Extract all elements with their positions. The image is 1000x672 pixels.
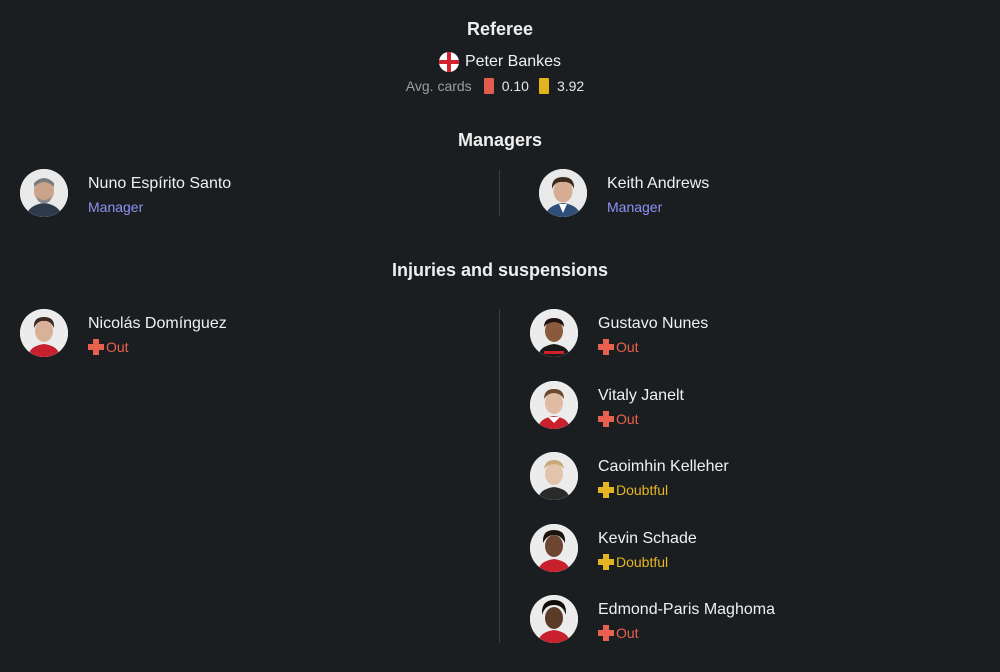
injury-status: Doubtful — [598, 481, 729, 499]
player-name: Gustavo Nunes — [598, 315, 709, 332]
referee-name[interactable]: Peter Bankes — [465, 53, 561, 71]
manager-role: Manager — [88, 199, 144, 215]
managers-section-title: Managers — [457, 130, 543, 150]
injury-cross-icon — [88, 339, 104, 355]
manager-avatar — [539, 169, 587, 217]
injured-player-home[interactable]: Nicolás Domínguez Out — [20, 309, 227, 357]
injury-status: Out — [598, 338, 708, 356]
status-label: Doubtful — [616, 482, 669, 498]
injury-cross-icon — [598, 482, 614, 498]
injuries-section-title: Injuries and suspensions — [391, 260, 609, 280]
manager-name: Nuno Espírito Santo — [88, 175, 232, 192]
status-label: Out — [616, 625, 639, 641]
player-name: Nicolás Domínguez — [88, 315, 227, 332]
player-avatar — [530, 452, 578, 500]
injury-status: Out — [88, 338, 227, 356]
avg-cards-row: Avg. cards 0.10 3.92 — [0, 78, 1000, 94]
manager-name: Keith Andrews — [607, 175, 710, 192]
player-avatar — [530, 595, 578, 643]
referee-row: Peter Bankes — [0, 52, 1000, 72]
avg-cards-label: Avg. cards — [405, 78, 472, 94]
england-flag-icon — [438, 52, 459, 72]
player-avatar — [530, 524, 578, 572]
injury-status: Out — [598, 410, 684, 428]
injury-cross-icon — [598, 411, 614, 427]
player-name: Caoimhin Kelleher — [598, 458, 729, 475]
injury-cross-icon — [598, 625, 614, 641]
injury-status: Out — [598, 624, 775, 642]
injured-player-away[interactable]: Kevin Schade Doubtful — [530, 524, 697, 572]
status-label: Out — [616, 411, 639, 427]
injured-player-away[interactable]: Edmond-Paris Maghoma Out — [530, 595, 775, 643]
red-cards-value: 0.10 — [501, 78, 529, 94]
status-label: Out — [616, 339, 639, 355]
manager-home[interactable]: Nuno Espírito Santo Manager — [20, 169, 231, 217]
player-avatar — [530, 381, 578, 429]
status-label: Doubtful — [616, 554, 669, 570]
manager-away[interactable]: Keith Andrews Manager — [539, 169, 709, 217]
player-name: Vitaly Janelt — [598, 387, 684, 404]
injury-cross-icon — [598, 554, 614, 570]
yellow-card-icon — [538, 78, 549, 94]
injury-status: Doubtful — [598, 553, 697, 571]
injured-player-away[interactable]: Gustavo Nunes Out — [530, 309, 708, 357]
status-label: Out — [106, 339, 129, 355]
yellow-cards-value: 3.92 — [556, 78, 585, 94]
injury-cross-icon — [598, 339, 614, 355]
injured-player-away[interactable]: Vitaly Janelt Out — [530, 381, 684, 429]
referee-section-title: Referee — [466, 19, 534, 39]
player-name: Kevin Schade — [598, 530, 697, 547]
managers-divider — [499, 170, 500, 216]
manager-role: Manager — [607, 199, 663, 215]
player-avatar — [530, 309, 578, 357]
player-avatar — [20, 309, 68, 357]
red-card-icon — [483, 78, 494, 94]
player-name: Edmond-Paris Maghoma — [598, 601, 775, 618]
match-info-panel: Referee Peter Bankes Avg. cards 0.10 3.9… — [0, 0, 1000, 672]
injured-player-away[interactable]: Caoimhin Kelleher Doubtful — [530, 452, 729, 500]
injuries-divider — [499, 309, 500, 643]
manager-avatar — [20, 169, 68, 217]
